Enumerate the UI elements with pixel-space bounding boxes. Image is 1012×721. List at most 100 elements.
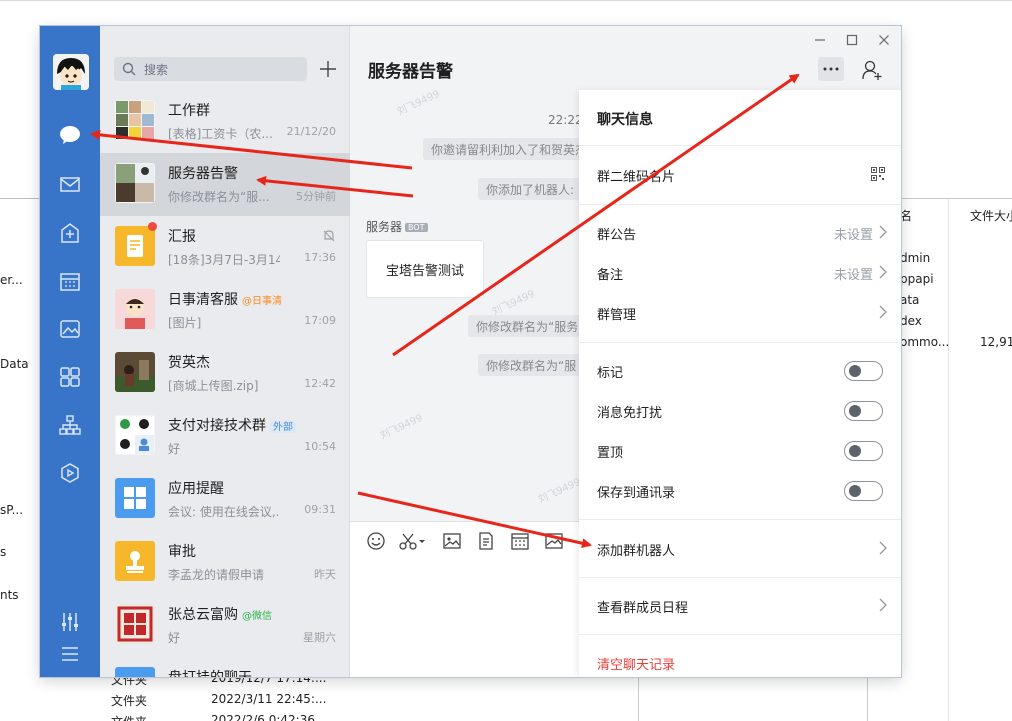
mute-bell-icon xyxy=(323,230,335,242)
conversation-name: 贺英杰 xyxy=(168,355,210,371)
file-date: 2022/2/6 0:42:36 xyxy=(211,713,315,721)
search-input[interactable]: 搜索 xyxy=(114,57,307,81)
group-avatar xyxy=(115,163,155,203)
drive-icon xyxy=(60,320,80,338)
file-name: dmin xyxy=(900,251,931,265)
maximize-button[interactable] xyxy=(842,30,862,50)
nav-meeting[interactable] xyxy=(55,458,85,488)
conversation-item[interactable]: 工作群 [表格]工资卡（农... 21/12/20 xyxy=(100,90,350,153)
watermark: 刘飞9499 xyxy=(490,288,537,318)
nav-contacts[interactable] xyxy=(55,410,85,440)
conversation-item[interactable]: 支付对接技术群 外部 好 10:54 xyxy=(100,405,350,468)
nav-settings[interactable] xyxy=(55,607,85,637)
conversation-name: 支付对接技术群 外部 xyxy=(168,415,296,435)
chevron-right-icon xyxy=(879,225,887,239)
add-member-button[interactable] xyxy=(859,57,885,83)
conversation-preview: 你修改群名为“服... xyxy=(168,190,270,204)
clear-history-row[interactable]: 清空聊天记录 xyxy=(579,644,901,677)
file-date: 2022/3/11 22:45:... xyxy=(211,692,327,706)
nav-drive[interactable] xyxy=(55,314,85,344)
group-avatar xyxy=(115,667,155,677)
approval-app-avatar xyxy=(115,541,155,581)
red-packet-icon[interactable] xyxy=(544,531,564,551)
conversation-name: 汇报 xyxy=(168,229,196,245)
save-contacts-toggle[interactable] xyxy=(844,481,883,501)
contact-avatar xyxy=(115,352,155,392)
conversation-item[interactable]: 盘打挂的聊天 xyxy=(100,657,350,677)
conversation-item[interactable]: 审批 李孟龙的请假申请 昨天 xyxy=(100,531,350,594)
remark-label: 备注 xyxy=(597,268,624,283)
background-nav-item: er... xyxy=(0,273,23,287)
member-schedule-row[interactable]: 查看群成员日程 xyxy=(579,587,901,623)
conversation-name: 工作群 xyxy=(168,103,210,119)
file-size: 12,91 xyxy=(980,335,1012,349)
conversation-name: 张总云富购 @微信 xyxy=(168,607,272,623)
conversation-time: 昨天 xyxy=(314,568,336,581)
create-button[interactable] xyxy=(316,57,340,81)
conversation-item[interactable]: 贺英杰 [商城上传图.zip] 12:42 xyxy=(100,342,350,405)
remark-value: 未设置 xyxy=(833,268,873,283)
system-message: 你邀请留利利加入了和贺英杰 xyxy=(423,138,593,160)
screenshot-scissors-icon[interactable] xyxy=(398,531,426,551)
unread-dot xyxy=(148,222,157,231)
group-notice-row[interactable]: 群公告 未设置 xyxy=(579,214,901,250)
conversation-item[interactable]: 张总云富购 @微信 好 星期六 xyxy=(100,594,350,657)
group-notice-value: 未设置 xyxy=(833,228,873,243)
maximize-icon xyxy=(846,34,858,46)
conversation-item[interactable]: 日事清客服 @日事清 [图片] 17:09 xyxy=(100,279,350,342)
emoji-icon[interactable] xyxy=(366,531,386,551)
search-placeholder: 搜索 xyxy=(144,63,169,77)
group-manage-row[interactable]: 群管理 xyxy=(579,294,901,330)
nav-workbench[interactable] xyxy=(55,362,85,392)
group-qr-row[interactable]: 群二维码名片 xyxy=(579,156,901,192)
conversation-preview: [18条]3月7日-3月14... xyxy=(168,253,280,267)
mark-toggle[interactable] xyxy=(844,361,883,381)
conversation-preview: [图片] xyxy=(168,316,202,330)
mute-toggle[interactable] xyxy=(844,401,883,421)
remark-row[interactable]: 备注 未设置 xyxy=(579,254,901,290)
bot-message-bubble[interactable]: 宝塔告警测试 xyxy=(366,240,484,298)
column-header-name: 名 xyxy=(900,209,913,223)
background-nav-item: s xyxy=(0,545,7,559)
file-name: ommo... xyxy=(900,335,950,349)
file-icon[interactable] xyxy=(476,531,496,551)
settings-sliders-icon xyxy=(62,613,78,631)
group-avatar xyxy=(115,415,155,455)
conversation-preview: [商城上传图.zip] xyxy=(168,379,259,393)
file-name: ata xyxy=(900,293,920,307)
search-icon xyxy=(122,62,136,76)
chevron-right-icon xyxy=(879,541,887,555)
pin-row: 置顶 xyxy=(579,432,901,468)
group-avatar xyxy=(115,100,155,140)
file-name: ppapi xyxy=(900,272,934,286)
nav-mail[interactable] xyxy=(55,169,85,199)
image-icon[interactable] xyxy=(442,531,462,551)
conversation-name: 盘打挂的聊天 xyxy=(168,667,252,677)
chevron-right-icon xyxy=(879,305,887,319)
conversation-name: 服务器告警 xyxy=(168,166,238,182)
conversation-item[interactable]: 汇报 [18条]3月7日-3月14... 17:36 xyxy=(100,216,350,279)
avatar[interactable] xyxy=(53,54,89,90)
nav-rail xyxy=(40,26,100,677)
contact-avatar xyxy=(115,289,155,329)
calendar-icon xyxy=(60,273,80,291)
pin-label: 置顶 xyxy=(597,446,624,461)
more-options-button[interactable] xyxy=(818,57,844,81)
minimize-button[interactable] xyxy=(810,30,830,50)
watermark: 刘飞9499 xyxy=(395,88,442,118)
chat-title: 服务器告警 xyxy=(368,62,453,82)
nav-calendar[interactable] xyxy=(55,266,85,296)
conversation-item[interactable]: 应用提醒 会议: 使用在线会议,... 09:31 xyxy=(100,468,350,531)
pin-toggle[interactable] xyxy=(844,441,883,461)
nav-menu[interactable] xyxy=(55,639,85,669)
conversation-preview: [表格]工资卡（农... xyxy=(168,127,273,141)
schedule-icon[interactable] xyxy=(510,531,530,551)
nav-docs[interactable] xyxy=(55,218,85,248)
background-nav-pane: er... Data sP... s nts xyxy=(0,0,40,721)
group-manage-label: 群管理 xyxy=(597,308,637,323)
nav-messages[interactable] xyxy=(55,120,85,150)
conversation-item-selected[interactable]: 服务器告警 你修改群名为“服... 5分钟前 xyxy=(100,153,350,216)
close-button[interactable] xyxy=(874,30,894,50)
add-group-bot-row[interactable]: 添加群机器人 xyxy=(579,530,901,566)
menu-icon xyxy=(62,647,78,661)
